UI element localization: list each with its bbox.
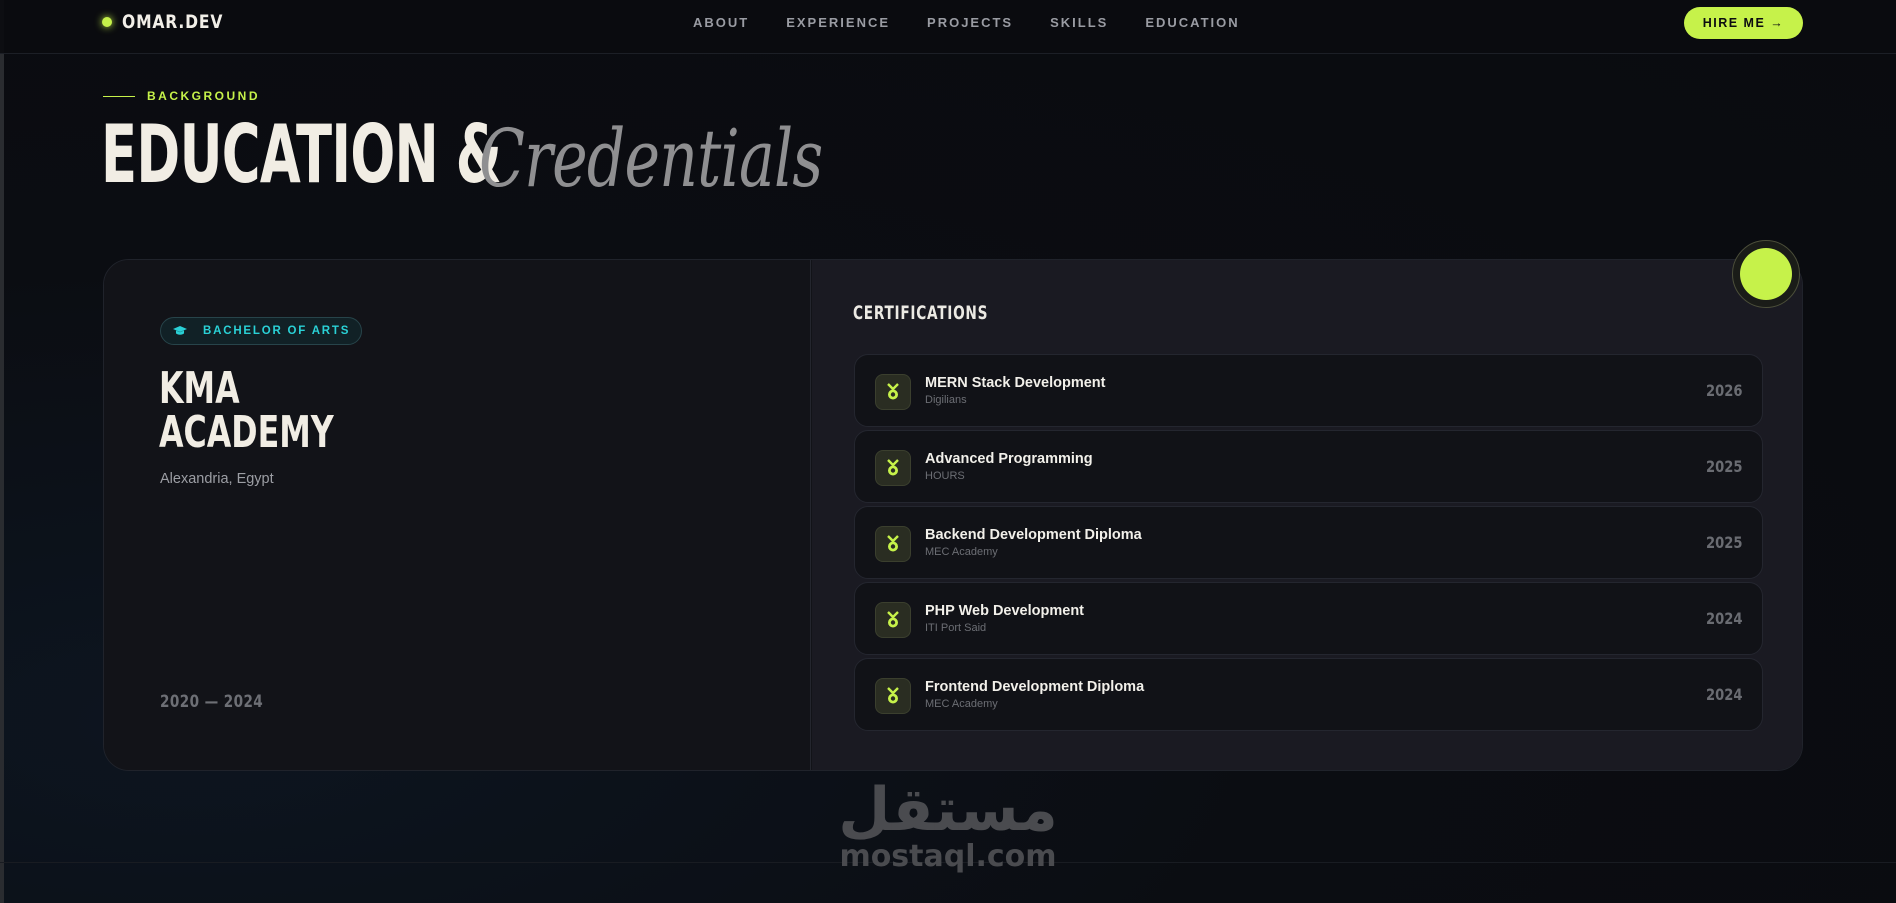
education-years: 2020 — 2024 — [160, 692, 264, 712]
section-eyebrow: BACKGROUND — [103, 89, 260, 103]
certification-name: Advanced Programming — [925, 451, 1093, 467]
certification-year: 2024 — [1706, 685, 1743, 704]
eyebrow-line — [103, 95, 135, 97]
certification-name: MERN Stack Development — [925, 375, 1106, 391]
certifications-title: CERTIFICATIONS — [853, 302, 989, 324]
certification-issuer: Digilians — [925, 394, 967, 406]
nav-links: ABOUT EXPERIENCE PROJECTS SKILLS EDUCATI… — [693, 15, 1240, 30]
medal-icon — [875, 450, 911, 486]
watermark-logo: مستقل mostaql.com — [833, 780, 1063, 872]
logo[interactable]: OMAR.DEV — [102, 11, 245, 33]
school-location: Alexandria, Egypt — [160, 471, 274, 487]
degree-badge: BACHELOR OF ARTS — [160, 317, 362, 345]
floating-action-button[interactable] — [1732, 240, 1800, 308]
certification-item[interactable]: PHP Web Development ITI Port Said 2024 — [854, 582, 1763, 655]
certification-name: Frontend Development Diploma — [925, 679, 1145, 695]
degree-text: BACHELOR OF ARTS — [203, 325, 351, 337]
school-name-line2: ACADEMY — [159, 407, 334, 458]
certification-issuer: ITI Port Said — [925, 622, 987, 634]
nav-link-projects[interactable]: PROJECTS — [927, 15, 1013, 30]
certification-year: 2024 — [1706, 609, 1743, 628]
title-italic: Credentials — [479, 112, 823, 205]
certification-year: 2025 — [1706, 533, 1743, 552]
certification-issuer: HOURS — [925, 470, 965, 482]
floating-action-dot-icon — [1740, 248, 1792, 300]
watermark-arabic: مستقل — [838, 775, 1058, 845]
certification-item[interactable]: MERN Stack Development Digilians 2026 — [854, 354, 1763, 427]
certification-name: PHP Web Development — [925, 603, 1085, 619]
logo-text: OMAR.DEV — [122, 11, 224, 33]
watermark-latin: mostaql.com — [839, 839, 1057, 874]
medal-icon — [875, 678, 911, 714]
certification-item[interactable]: Advanced Programming HOURS 2025 — [854, 430, 1763, 503]
medal-icon — [875, 374, 911, 410]
certification-issuer: MEC Academy — [925, 546, 998, 558]
certification-issuer: MEC Academy — [925, 698, 998, 710]
certification-item[interactable]: Frontend Development Diploma MEC Academy… — [854, 658, 1763, 731]
hire-me-button[interactable]: HIRE ME → — [1684, 7, 1803, 39]
certification-name: Backend Development Diploma — [925, 527, 1142, 543]
medal-icon — [875, 526, 911, 562]
nav-link-about[interactable]: ABOUT — [693, 15, 749, 30]
certification-item[interactable]: Backend Development Diploma MEC Academy … — [854, 506, 1763, 579]
school-name-line1: KMA — [159, 363, 240, 414]
education-card: BACHELOR OF ARTS KMA ACADEMY Alexandria,… — [103, 259, 1803, 771]
school-name: KMA ACADEMY — [159, 367, 375, 455]
title-bold: EDUCATION & — [101, 108, 502, 201]
certification-year: 2025 — [1706, 457, 1743, 476]
degree-panel: BACHELOR OF ARTS KMA ACADEMY Alexandria,… — [104, 260, 811, 770]
medal-icon — [875, 602, 911, 638]
window-edge — [0, 0, 4, 903]
logo-dot-icon — [102, 17, 112, 27]
graduation-cap-icon — [173, 326, 187, 335]
certification-year: 2026 — [1706, 381, 1743, 400]
eyebrow-text: BACKGROUND — [147, 89, 260, 103]
nav-link-education[interactable]: EDUCATION — [1145, 15, 1239, 30]
certifications-panel: CERTIFICATIONS MERN Stack Development Di… — [812, 260, 1802, 770]
section-title: EDUCATION & Credentials — [101, 108, 823, 205]
certifications-list: MERN Stack Development Digilians 2026 Ad… — [854, 354, 1763, 734]
nav-link-experience[interactable]: EXPERIENCE — [786, 15, 890, 30]
top-navbar: OMAR.DEV ABOUT EXPERIENCE PROJECTS SKILL… — [0, 0, 1896, 54]
nav-link-skills[interactable]: SKILLS — [1050, 15, 1108, 30]
